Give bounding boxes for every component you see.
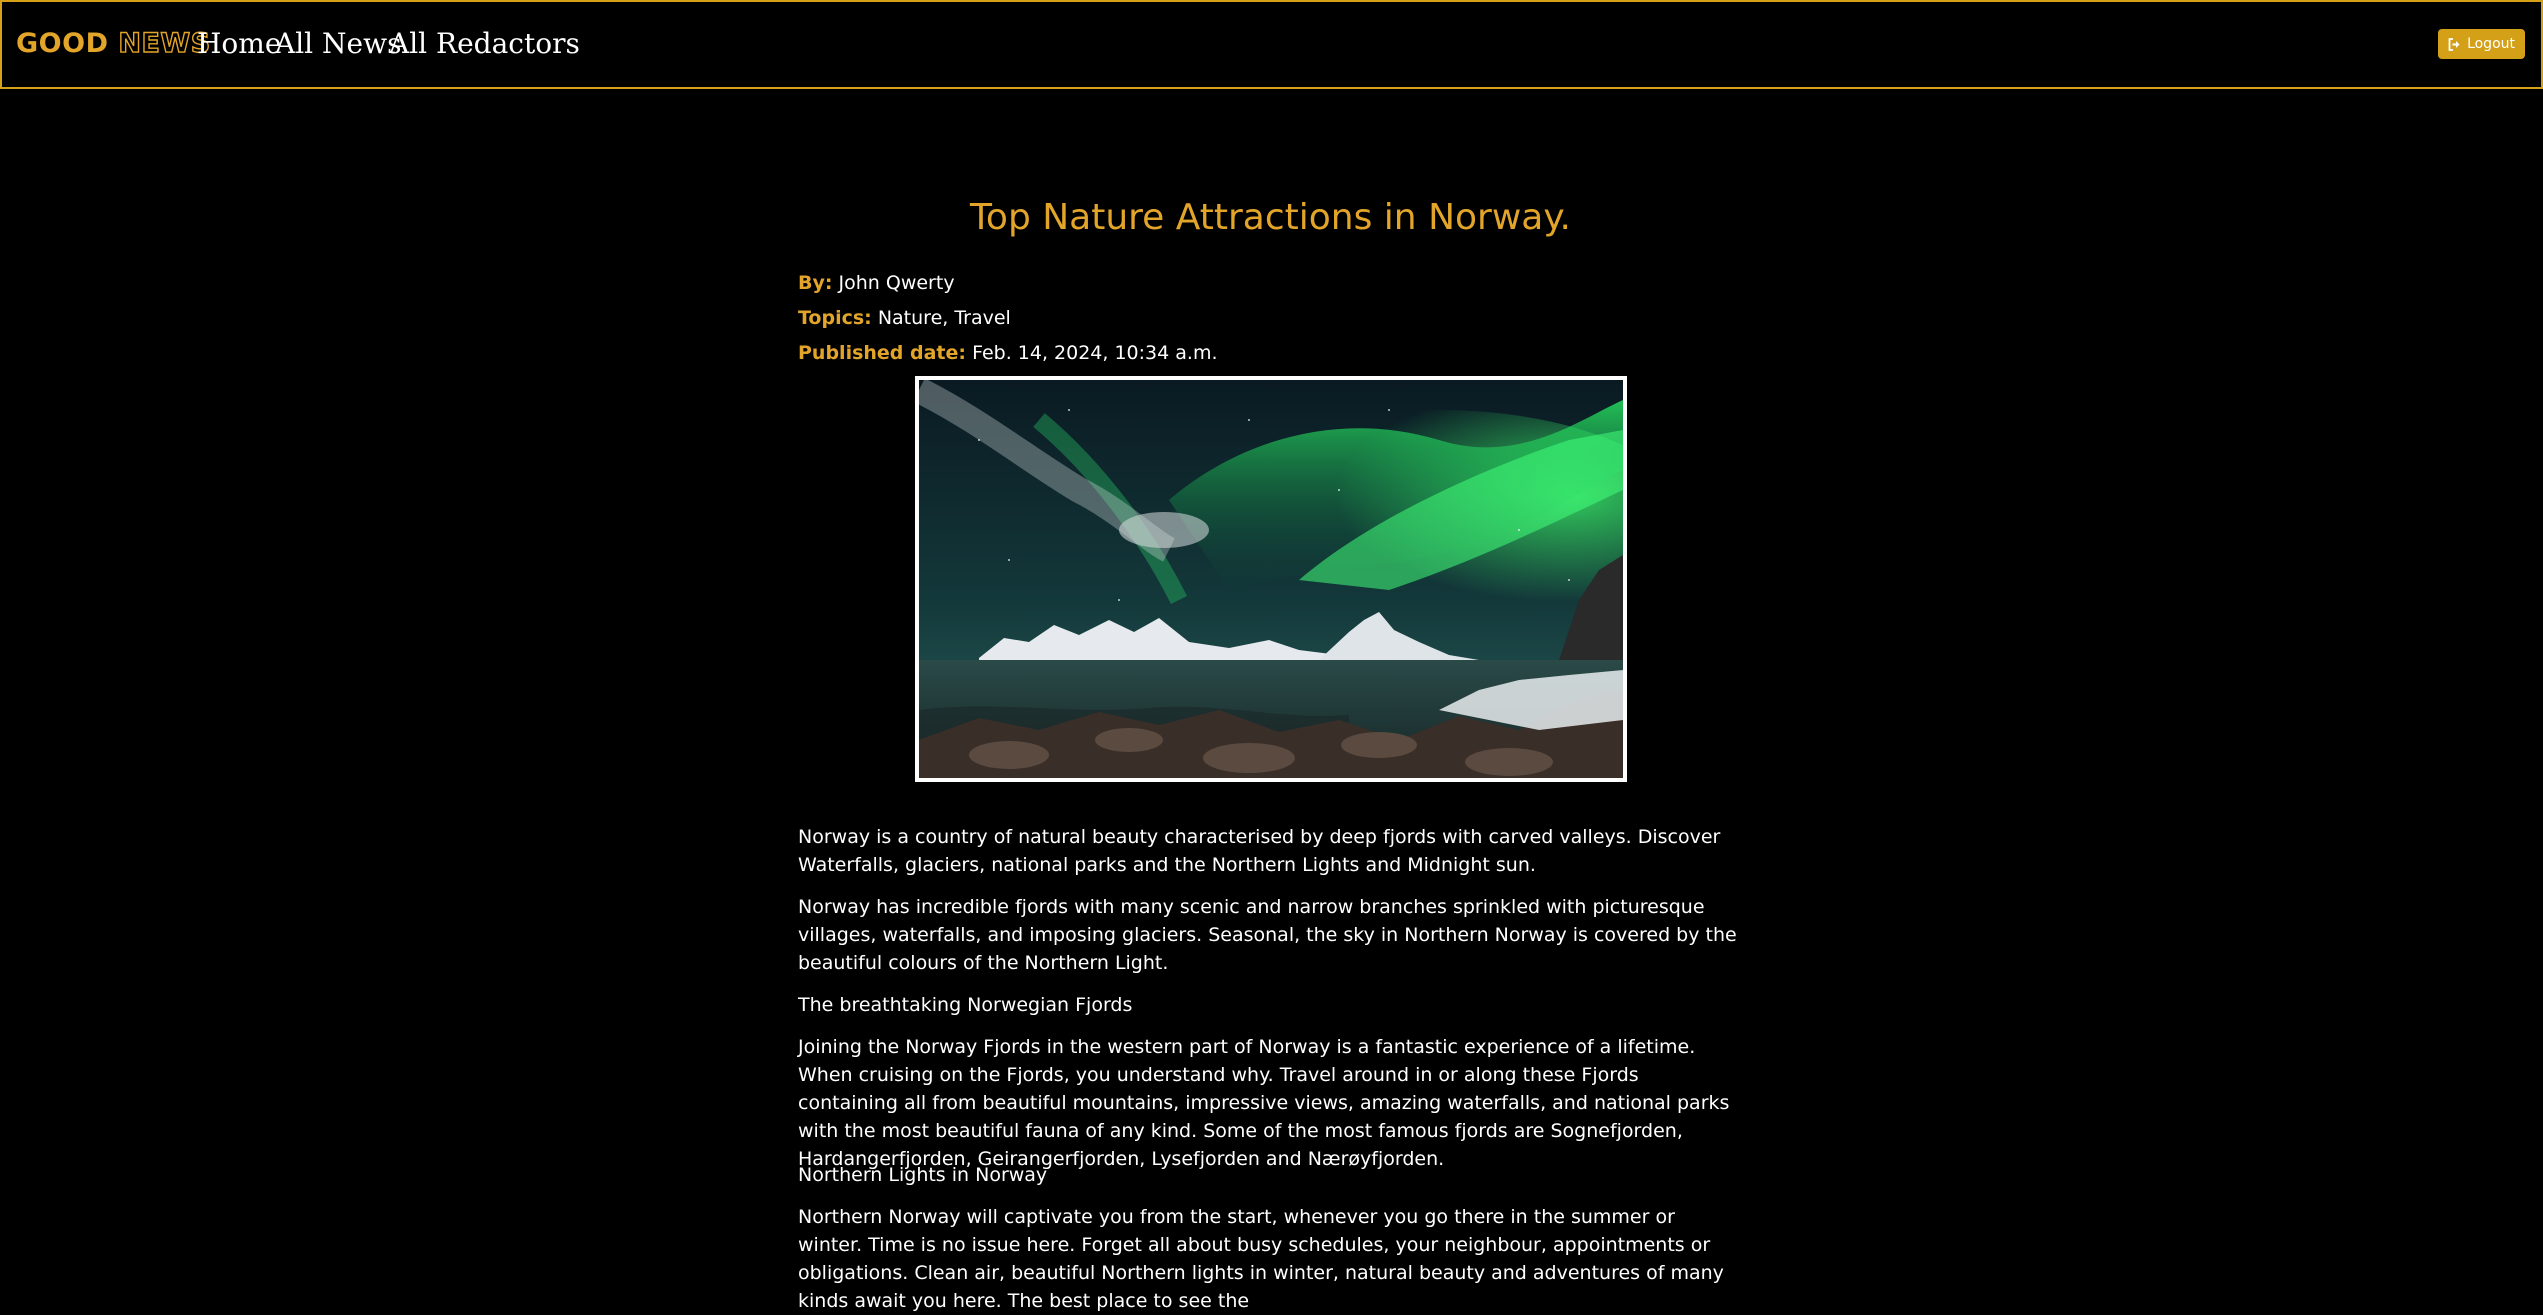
topics-value: Nature, Travel — [877, 307, 1011, 329]
navbar: GOOD NEWS Home All News All Redactors Lo… — [0, 0, 2543, 89]
published-row: Published date: Feb. 14, 2024, 10:34 a.m… — [798, 342, 1218, 364]
article-subheading: The breathtaking Norwegian Fjords — [798, 994, 1133, 1016]
brand-good: GOOD — [16, 28, 109, 59]
published-label: Published date: — [798, 342, 967, 364]
article-paragraph: Northern Norway will captivate you from … — [798, 1206, 1724, 1312]
published-value: Feb. 14, 2024, 10:34 a.m. — [972, 342, 1218, 364]
article-paragraph: Joining the Norway Fjords in the western… — [798, 1036, 1730, 1170]
topics-label: Topics: — [798, 307, 872, 329]
author-name: John Qwerty — [838, 272, 955, 294]
nav-link-all-redactors[interactable]: All Redactors — [389, 27, 580, 60]
author-row: By: John Qwerty — [798, 272, 955, 294]
article-title: Top Nature Attractions in Norway. — [970, 197, 1571, 238]
article-paragraph: Norway is a country of natural beauty ch… — [798, 826, 1721, 876]
article-subheading: Northern Lights in Norway — [798, 1164, 1048, 1186]
nav-link-all-news[interactable]: All News — [275, 27, 401, 60]
logout-button[interactable]: Logout — [2438, 29, 2525, 59]
author-label: By: — [798, 272, 833, 294]
brand-logo[interactable]: GOOD NEWS — [16, 27, 211, 59]
article-image — [915, 376, 1627, 782]
logout-label: Logout — [2467, 36, 2515, 52]
article-paragraph: Norway has incredible fjords with many s… — [798, 896, 1737, 974]
nav-link-home[interactable]: Home — [197, 27, 281, 60]
sign-out-icon — [2448, 37, 2462, 51]
northern-lights-image — [919, 380, 1623, 778]
topics-row: Topics: Nature, Travel — [798, 307, 1011, 329]
